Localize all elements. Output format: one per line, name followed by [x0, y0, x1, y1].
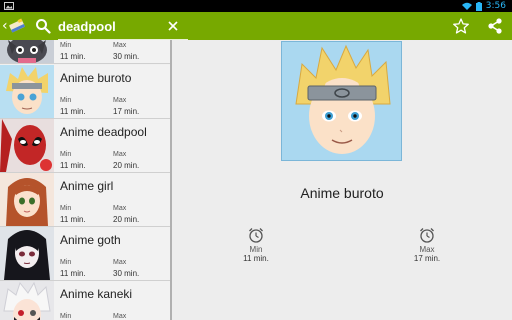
action-bar: ‹: [0, 12, 512, 40]
alarm-clock-icon: [420, 228, 434, 243]
max-value: 20 min.: [113, 215, 140, 224]
min-label: Min: [60, 97, 72, 104]
status-bar: 3:56: [0, 0, 512, 12]
alarm-clock-icon: [249, 228, 263, 243]
max-value: 30 min.: [113, 52, 140, 61]
wifi-icon: [461, 2, 472, 10]
thumbnail: [0, 281, 54, 320]
max-label: Max: [419, 245, 435, 254]
max-value: 17 min.: [113, 107, 140, 116]
min-value: 11 min.: [60, 107, 86, 116]
min-label: Min: [60, 313, 72, 320]
max-label: Max: [113, 151, 127, 158]
status-time: 3:56: [485, 1, 506, 11]
search-input[interactable]: [58, 16, 228, 36]
item-title: Anime goth: [60, 233, 121, 247]
item-title: Anime buroto: [60, 71, 132, 85]
star-icon[interactable]: [452, 17, 470, 35]
min-value: 11 min.: [60, 269, 86, 278]
max-label: Max: [113, 313, 127, 320]
thumbnail: [0, 65, 54, 118]
detail-image: [281, 41, 402, 161]
list-item[interactable]: Anime buroto Min 11 min. Max 17 min.: [0, 65, 170, 119]
max-value: 20 min.: [113, 161, 140, 170]
close-icon[interactable]: [165, 18, 181, 34]
min-value: 11 min.: [243, 254, 269, 263]
thumbnail: [0, 119, 54, 172]
list-item[interactable]: Anime deadpool Min 11 min. Max 20 min.: [0, 119, 170, 173]
max-value: 30 min.: [113, 269, 140, 278]
max-label: Max: [113, 97, 127, 104]
min-value: 11 min.: [60, 215, 86, 224]
item-title: Anime kaneki: [60, 287, 133, 301]
image-notification-icon: [4, 2, 14, 10]
min-value: 11 min.: [60, 52, 86, 61]
max-label: Max: [113, 259, 127, 266]
max-label: Max: [113, 205, 127, 212]
list-item[interactable]: Anime girl Min 11 min. Max 20 min.: [0, 173, 170, 227]
list-item[interactable]: Anime goth Min 11 min. Max 30 min.: [0, 227, 170, 281]
max-label: Max: [113, 42, 127, 49]
list-item[interactable]: Min 11 min. Max 30 min.: [0, 40, 170, 64]
min-label: Min: [249, 245, 263, 254]
thumbnail: [0, 40, 54, 63]
list-item[interactable]: Anime kaneki Min Max: [0, 281, 170, 320]
battery-icon: [475, 1, 482, 11]
min-label: Min: [60, 151, 72, 158]
item-title: Anime girl: [60, 179, 114, 193]
thumbnail: [0, 227, 54, 280]
search-icon[interactable]: [35, 18, 51, 34]
results-list: Min 11 min. Max 30 min. Anime buroto Min…: [0, 40, 170, 320]
min-label: Min: [60, 42, 72, 49]
share-icon[interactable]: [486, 17, 504, 35]
min-value: 11 min.: [60, 161, 86, 170]
detail-title: Anime buroto: [300, 185, 384, 201]
item-title: Anime deadpool: [60, 125, 147, 139]
max-time-block: Max 17 min.: [397, 226, 457, 263]
app-logo-icon[interactable]: [9, 18, 27, 34]
max-value: 17 min.: [413, 254, 441, 263]
min-time-block: Min 11 min.: [226, 226, 286, 263]
detail-pane: Anime buroto Min 11 min. Max 17 min.: [172, 40, 512, 320]
thumbnail: [0, 173, 54, 226]
min-label: Min: [60, 205, 72, 212]
min-label: Min: [60, 259, 72, 266]
